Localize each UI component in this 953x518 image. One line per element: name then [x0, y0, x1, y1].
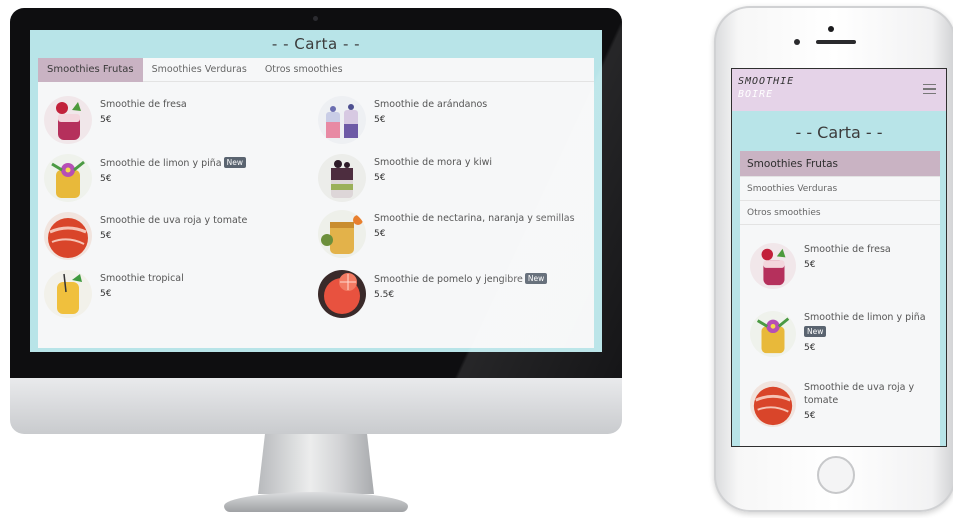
phone-mockup: SMOOTHIE BOIRE - - Carta - - Smoothies F…	[714, 6, 953, 512]
mobile-screen: SMOOTHIE BOIRE - - Carta - - Smoothies F…	[731, 68, 947, 447]
product-price: 5€	[804, 343, 816, 353]
product-price: 5€	[100, 289, 112, 299]
product-item[interactable]: Smoothie de uva roja y tomate 5€	[44, 212, 314, 262]
grape-tomato-smoothie-icon	[750, 381, 796, 427]
tab-otros-smoothies[interactable]: Otros smoothies	[740, 201, 940, 225]
new-badge: New	[223, 157, 246, 168]
grapefruit-ginger-smoothie-icon	[318, 270, 366, 318]
front-camera-icon	[794, 39, 800, 45]
brand-logo-line1[interactable]: SMOOTHIE	[738, 76, 794, 87]
product-name: Smoothie de nectarina, naranja y semilla…	[374, 213, 575, 224]
monitor-bezel: - - Carta - - Smoothies Frutas Smoothies…	[10, 8, 622, 378]
product-name: Smoothie de arándanos	[374, 99, 488, 110]
product-name: Smoothie de mora y kiwi	[374, 157, 493, 168]
page-title: - - Carta - -	[271, 35, 361, 53]
tropical-smoothie-icon	[44, 270, 92, 318]
product-item[interactable]: Smoothie de arándanos 5€	[318, 96, 588, 146]
home-button[interactable]	[817, 456, 855, 494]
product-name: Smoothie de pomelo y jengibre	[374, 274, 523, 285]
product-name: Smoothie de uva roja y tomate	[100, 215, 248, 226]
product-price: 5.5€	[374, 290, 395, 300]
tab-smoothies-verduras[interactable]: Smoothies Verduras	[740, 177, 940, 201]
product-item[interactable]: Smoothie de mora y kiwi 5€	[318, 154, 588, 204]
product-item[interactable]: Smoothie de pomelo y jengibre New 5.5€	[318, 270, 588, 320]
tab-smoothies-frutas[interactable]: Smoothies Frutas	[38, 58, 143, 82]
menu-panel: Smoothies Frutas Smoothies Verduras Otro…	[740, 151, 940, 446]
product-name: Smoothie de fresa	[100, 99, 187, 110]
grape-tomato-smoothie-icon	[44, 212, 92, 260]
product-price: 5€	[100, 231, 112, 241]
phone-sensor-icon	[828, 26, 834, 32]
nectarine-orange-smoothie-icon	[318, 210, 366, 258]
product-name: Smoothie de fresa	[804, 244, 891, 255]
product-price: 5€	[374, 229, 386, 239]
monitor-stand	[258, 434, 374, 494]
product-price: 5€	[374, 115, 386, 125]
speaker-icon	[816, 40, 856, 44]
camera-icon	[313, 16, 318, 21]
product-item[interactable]: Smoothie de fresa 5€	[750, 243, 940, 303]
tab-smoothies-frutas[interactable]: Smoothies Frutas	[740, 151, 940, 177]
product-price: 5€	[374, 173, 386, 183]
strawberry-smoothie-icon	[750, 243, 796, 289]
product-item[interactable]: Smoothie de limon y piña New 5€	[750, 311, 940, 371]
tab-otros-smoothies[interactable]: Otros smoothies	[256, 58, 352, 82]
product-price: 5€	[100, 174, 112, 184]
page-title: - - Carta - -	[795, 123, 883, 142]
monitor-chin	[10, 378, 622, 434]
tab-bar: Smoothies Frutas Smoothies Verduras Otro…	[38, 58, 594, 82]
product-price: 5€	[804, 260, 816, 270]
brand-logo-line2[interactable]: BOIRE	[738, 89, 773, 100]
product-price: 5€	[804, 411, 816, 421]
mockup-stage: - - Carta - - Smoothies Frutas Smoothies…	[0, 0, 953, 518]
product-name: Smoothie de limon y piña	[804, 312, 926, 323]
tab-smoothies-verduras[interactable]: Smoothies Verduras	[143, 58, 256, 82]
desktop-mockup: - - Carta - - Smoothies Frutas Smoothies…	[10, 8, 622, 518]
product-name: Smoothie tropical	[100, 273, 184, 284]
product-name: Smoothie de limon y piña	[100, 158, 222, 169]
blackberry-kiwi-smoothie-icon	[318, 154, 366, 202]
lemon-pineapple-smoothie-icon	[44, 154, 92, 202]
strawberry-smoothie-icon	[44, 96, 92, 144]
product-item[interactable]: Smoothie tropical 5€	[44, 270, 314, 320]
new-badge: New	[524, 273, 548, 284]
new-badge: New	[804, 326, 827, 337]
lemon-pineapple-smoothie-icon	[750, 311, 796, 357]
product-item[interactable]: Smoothie de nectarina, naranja y semilla…	[318, 210, 588, 260]
monitor-foot	[224, 492, 408, 512]
blueberry-smoothie-icon	[318, 96, 366, 144]
menu-panel: Smoothies Frutas Smoothies Verduras Otro…	[38, 58, 594, 348]
product-item[interactable]: Smoothie de fresa 5€	[44, 96, 314, 146]
product-name: Smoothie de uva roja y tomate	[804, 382, 915, 406]
product-item[interactable]: Smoothie de limon y piña New 5€	[44, 154, 314, 204]
hamburger-menu-icon[interactable]	[923, 84, 936, 94]
product-item[interactable]: Smoothie de uva roja y tomate 5€	[750, 381, 940, 441]
desktop-screen: - - Carta - - Smoothies Frutas Smoothies…	[30, 30, 602, 352]
mobile-header: SMOOTHIE BOIRE	[732, 69, 946, 111]
product-price: 5€	[100, 115, 112, 125]
